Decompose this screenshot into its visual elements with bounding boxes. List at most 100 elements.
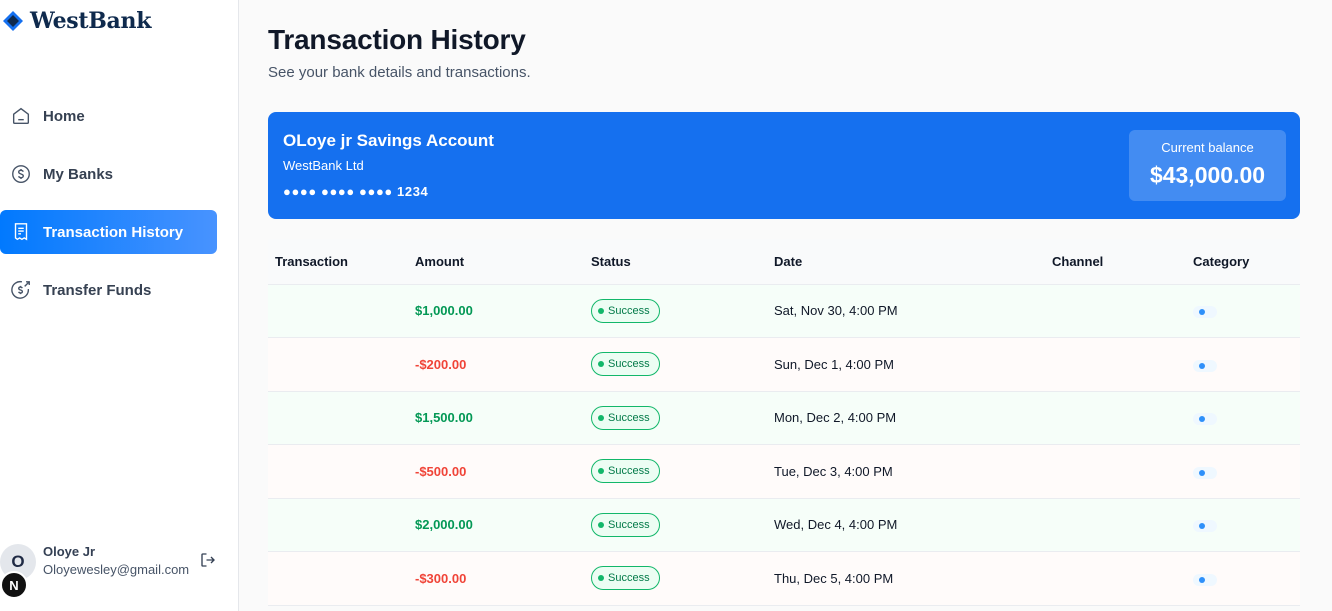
- cell-category: [1186, 391, 1300, 445]
- cell-amount: $2,000.00: [408, 498, 584, 552]
- cell-status: Success: [584, 498, 767, 552]
- status-label: Success: [608, 411, 650, 424]
- cell-channel: [1045, 444, 1186, 499]
- cell-amount: -$200.00: [408, 337, 584, 392]
- receipt-icon: [10, 221, 32, 243]
- account-card[interactable]: OLoye jr Savings Account WestBank Ltd ●●…: [268, 112, 1300, 219]
- cell-transaction: [268, 391, 408, 445]
- category-dot-icon: [1199, 362, 1205, 369]
- logout-icon[interactable]: [199, 551, 217, 569]
- header-date[interactable]: Date: [767, 239, 1045, 285]
- category-badge: [1193, 306, 1217, 319]
- cell-category: [1186, 444, 1300, 499]
- cell-transaction: [268, 498, 408, 552]
- status-dot-icon: [598, 575, 604, 582]
- balance-value: $43,000.00: [1149, 162, 1266, 188]
- sidebar-item-label: Home: [43, 107, 85, 125]
- sidebar-item-home[interactable]: Home: [0, 94, 217, 138]
- page-subtitle: See your bank details and transactions.: [268, 64, 531, 81]
- header-transaction[interactable]: Transaction: [268, 239, 408, 285]
- user-name: Oloye Jr: [43, 544, 96, 559]
- brand-logo-icon: [3, 11, 23, 31]
- status-badge: Success: [591, 566, 660, 591]
- cell-category: [1186, 498, 1300, 552]
- table-row[interactable]: -$200.00 Success Sun, Dec 1, 4:00 PM: [268, 337, 1300, 392]
- cell-date: Thu, Dec 5, 4:00 PM: [767, 551, 1045, 606]
- cell-transaction: [268, 551, 408, 606]
- cell-status: Success: [584, 551, 767, 606]
- cell-channel: [1045, 337, 1186, 392]
- cell-category: [1186, 337, 1300, 392]
- cell-transaction: [268, 444, 408, 499]
- cell-channel: [1045, 391, 1186, 445]
- brand-logo[interactable]: WestBank: [0, 0, 238, 42]
- table-header-row: Transaction Amount Status Date Channel C…: [268, 239, 1300, 285]
- status-badge: Success: [591, 459, 660, 484]
- status-badge: Success: [591, 512, 660, 537]
- header-channel[interactable]: Channel: [1045, 239, 1186, 285]
- category-badge: [1193, 573, 1217, 586]
- cell-channel: [1045, 284, 1186, 338]
- sidebar: WestBank Home My Banks Transaction Histo…: [0, 0, 239, 611]
- status-label: Success: [608, 358, 650, 371]
- cell-date: Mon, Dec 2, 4:00 PM: [767, 391, 1045, 445]
- cell-status: Success: [584, 444, 767, 499]
- sidebar-item-transaction-history[interactable]: Transaction History: [0, 210, 217, 254]
- account-number-mask: ●●●● ●●●● ●●●● 1234: [283, 184, 429, 199]
- main-content: Transaction History See your bank detail…: [239, 0, 1332, 611]
- cell-date: Sat, Nov 30, 4:00 PM: [767, 284, 1045, 338]
- category-badge: [1193, 466, 1217, 479]
- category-dot-icon: [1199, 416, 1205, 423]
- transactions-table: Transaction Amount Status Date Channel C…: [268, 239, 1300, 606]
- cell-status: Success: [584, 284, 767, 338]
- category-badge: [1193, 413, 1217, 426]
- sidebar-nav: Home My Banks Transaction History Transf…: [0, 94, 239, 326]
- status-label: Success: [608, 572, 650, 585]
- cell-channel: [1045, 551, 1186, 606]
- sidebar-item-transfer-funds[interactable]: Transfer Funds: [0, 268, 217, 312]
- user-footer: O N Oloye Jr Oloyewesley@gmail.com: [0, 538, 239, 599]
- table-row[interactable]: $2,000.00 Success Wed, Dec 4, 4:00 PM: [268, 498, 1300, 552]
- category-dot-icon: [1199, 309, 1205, 316]
- sidebar-item-my-banks[interactable]: My Banks: [0, 152, 217, 196]
- cell-status: Success: [584, 337, 767, 392]
- cell-amount: -$500.00: [408, 444, 584, 499]
- category-dot-icon: [1199, 469, 1205, 476]
- sidebar-item-label: My Banks: [43, 165, 114, 183]
- app-root: WestBank Home My Banks Transaction Histo…: [0, 0, 1332, 611]
- cell-status: Success: [584, 391, 767, 445]
- balance-box: Current balance $43,000.00: [1129, 130, 1286, 201]
- user-email: Oloyewesley@gmail.com: [43, 562, 190, 577]
- cell-amount: $1,000.00: [408, 284, 584, 338]
- table-row[interactable]: -$300.00 Success Thu, Dec 5, 4:00 PM: [268, 551, 1300, 606]
- cell-amount: $1,500.00: [408, 391, 584, 445]
- cell-date: Wed, Dec 4, 4:00 PM: [767, 498, 1045, 552]
- page-title: Transaction History: [268, 24, 526, 55]
- dev-badge[interactable]: N: [0, 571, 28, 599]
- category-dot-icon: [1199, 523, 1205, 530]
- sidebar-item-label: Transaction History: [43, 223, 184, 241]
- table-row[interactable]: $1,000.00 Success Sat, Nov 30, 4:00 PM: [268, 284, 1300, 338]
- header-status[interactable]: Status: [584, 239, 767, 285]
- status-dot-icon: [598, 307, 604, 314]
- status-badge: Success: [591, 298, 660, 323]
- money-send-icon: [10, 279, 32, 301]
- status-dot-icon: [598, 414, 604, 421]
- status-badge: Success: [591, 352, 660, 377]
- status-label: Success: [608, 518, 650, 531]
- balance-label: Current balance: [1161, 140, 1254, 155]
- header-amount[interactable]: Amount: [408, 239, 584, 285]
- category-dot-icon: [1199, 576, 1205, 583]
- cell-category: [1186, 284, 1300, 338]
- sidebar-item-label: Transfer Funds: [43, 281, 152, 299]
- table-row[interactable]: -$500.00 Success Tue, Dec 3, 4:00 PM: [268, 444, 1300, 499]
- status-dot-icon: [598, 468, 604, 475]
- cell-channel: [1045, 498, 1186, 552]
- cell-amount: -$300.00: [408, 551, 584, 606]
- status-dot-icon: [598, 521, 604, 528]
- status-badge: Success: [591, 405, 660, 430]
- table-row[interactable]: $1,500.00 Success Mon, Dec 2, 4:00 PM: [268, 391, 1300, 445]
- header-category[interactable]: Category: [1186, 239, 1300, 285]
- status-label: Success: [608, 304, 650, 317]
- home-icon: [10, 105, 32, 127]
